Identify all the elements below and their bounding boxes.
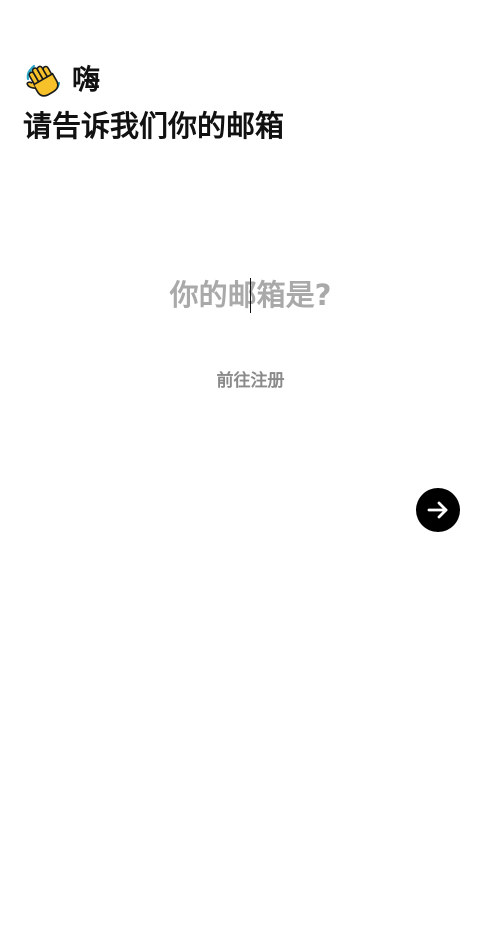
text-cursor bbox=[250, 278, 251, 313]
greeting-text: 嗨 bbox=[72, 63, 101, 96]
page-title: 请告诉我们你的邮箱 bbox=[23, 109, 285, 143]
greeting: 嗨 bbox=[24, 60, 100, 100]
next-button[interactable] bbox=[416, 488, 460, 532]
register-link[interactable]: 前往注册 bbox=[0, 368, 501, 394]
waving-hand-icon bbox=[24, 61, 62, 99]
arrow-right-icon bbox=[425, 497, 451, 523]
